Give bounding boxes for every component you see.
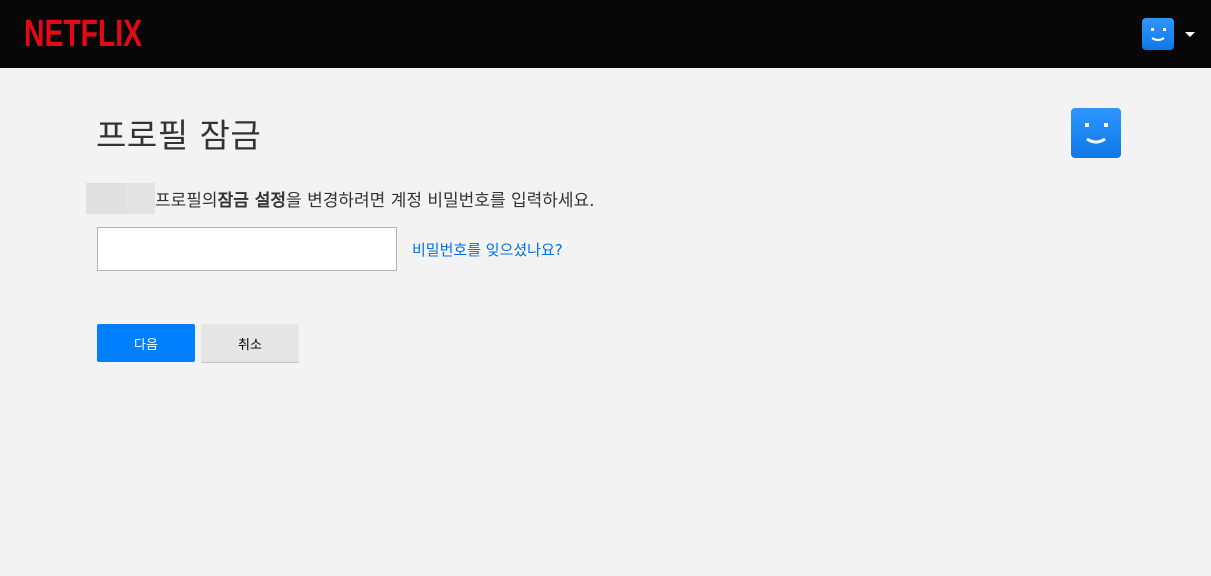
avatar-face-graphic <box>1151 28 1166 41</box>
smiley-face-icon <box>1071 108 1121 158</box>
account-menu-dropdown[interactable] <box>1142 17 1195 51</box>
forgot-password-link[interactable]: 비밀번호를 잊으셨나요? <box>412 240 563 260</box>
smiley-face-icon <box>1142 18 1174 50</box>
instruction-prefix: 프로필의 <box>155 190 218 211</box>
password-input[interactable] <box>97 227 397 271</box>
page-title: 프로필 잠금 <box>96 116 262 155</box>
netflix-logo[interactable]: NETFLIX <box>24 12 142 52</box>
caret-down-icon <box>1185 31 1195 37</box>
instruction-bold: 잠금 설정 <box>217 190 287 211</box>
next-button[interactable]: 다음 <box>97 324 195 362</box>
instruction-text: 프로필의 잠금 설정 을 변경하려면 계정 비밀번호를 입력하세요. <box>86 182 595 214</box>
logo-text: NETFLIX <box>24 14 142 50</box>
redacted-profile-name <box>86 182 155 214</box>
top-navigation-bar: NETFLIX <box>0 0 1211 68</box>
instruction-suffix: 을 변경하려면 계정 비밀번호를 입력하세요. <box>286 190 595 211</box>
cancel-button[interactable]: 취소 <box>201 324 299 362</box>
netflix-logo-wordmark: NETFLIX <box>24 14 142 50</box>
profile-avatar-face-graphic <box>1085 123 1108 144</box>
